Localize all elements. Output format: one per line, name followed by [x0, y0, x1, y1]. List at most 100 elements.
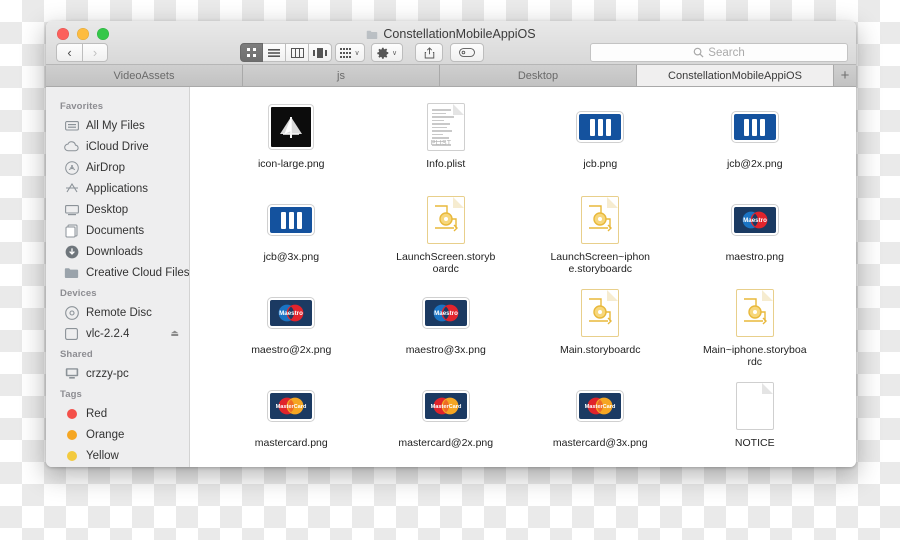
file-item[interactable]: LaunchScreen~iphone.storyboardc [523, 188, 678, 278]
file-item[interactable]: Maestro maestro@3x.png [369, 281, 524, 371]
file-thumbnail [736, 381, 774, 431]
sidebar-item-remote-disc[interactable]: Remote Disc [46, 302, 189, 323]
sidebar-item-desktop[interactable]: Desktop [46, 199, 189, 220]
file-item[interactable]: Maestro maestro.png [678, 188, 833, 278]
file-thumbnail: Maestro [732, 195, 778, 245]
file-name: maestro@2x.png [251, 344, 331, 356]
sidebar-item-label: Applications [86, 183, 148, 195]
file-grid-area[interactable]: icon-large.png PLIST [190, 87, 856, 467]
file-item[interactable]: Main.storyboardc [523, 281, 678, 371]
tab-desktop[interactable]: Desktop [440, 65, 637, 86]
mastercard-logo-icon: MasterCard [580, 395, 620, 417]
share-button[interactable] [415, 43, 443, 62]
sidebar-item-label: Orange [86, 429, 124, 441]
window-title-bar-text: ConstellationMobileAppiOS [46, 27, 856, 41]
sidebar-item-label: Red [86, 408, 107, 420]
action-group: ∨ [371, 43, 403, 62]
sidebar-item-label: All My Files [86, 120, 145, 132]
icon-grid-icon [246, 47, 257, 58]
finder-window: ConstellationMobileAppiOS ‹ › [46, 21, 856, 467]
sidebar-item-label: Documents [86, 225, 144, 237]
file-item[interactable]: NOTICE [678, 374, 833, 464]
file-name: LaunchScreen~iphone.storyboardc [548, 251, 652, 275]
icon-view-button[interactable] [240, 43, 263, 62]
sidebar-item-creative-cloud-files[interactable]: Creative Cloud Files [46, 262, 189, 283]
file-item[interactable]: jcb@3x.png [214, 188, 369, 278]
file-grid: icon-large.png PLIST [190, 87, 856, 467]
edit-tags-button[interactable] [450, 43, 484, 62]
coverflow-view-button[interactable] [309, 43, 332, 62]
sidebar-item-documents[interactable]: Documents [46, 220, 189, 241]
sidebar-item-label: Desktop [86, 204, 128, 216]
file-item[interactable]: jcb.png [523, 95, 678, 185]
file-item[interactable]: Main~iphone.storyboardc [678, 281, 833, 371]
folder-icon [64, 265, 79, 280]
file-thumbnail: PLIST [427, 102, 465, 152]
file-item[interactable]: MasterCard mastercard@2x.png [369, 374, 524, 464]
sidebar-item-downloads[interactable]: Downloads [46, 241, 189, 262]
storyboard-glyph-icon [428, 197, 464, 243]
tab-constellationmobileappios[interactable]: ConstellationMobileAppiOS [637, 65, 834, 86]
sidebar-item-label: Yellow [86, 450, 119, 462]
file-name: mastercard.png [255, 437, 328, 449]
file-thumbnail [268, 195, 314, 245]
file-item[interactable]: icon-large.png [214, 95, 369, 185]
maestro-card-icon: Maestro [423, 298, 469, 328]
storyboard-document-icon [581, 289, 619, 337]
file-item[interactable]: MasterCard mastercard@3x.png [523, 374, 678, 464]
file-item[interactable]: Maestro maestro@2x.png [214, 281, 369, 371]
sidebar-item-crzzy-pc[interactable]: crzzy-pc [46, 363, 189, 384]
tags-group [450, 43, 484, 62]
storyboard-glyph-icon [582, 197, 618, 243]
action-gear-button[interactable]: ∨ [371, 43, 403, 62]
sidebar-item-icloud-drive[interactable]: iCloud Drive [46, 136, 189, 157]
file-name: maestro.png [726, 251, 784, 263]
tag-icon [459, 48, 475, 57]
storyboard-document-icon [736, 289, 774, 337]
file-thumbnail [581, 195, 619, 245]
sidebar-item-applications[interactable]: Applications [46, 178, 189, 199]
jcb-card-icon [732, 112, 778, 142]
list-view-button[interactable] [263, 43, 286, 62]
back-button[interactable]: ‹ [56, 43, 82, 62]
sidebar-item-tag-red[interactable]: Red [46, 403, 189, 424]
tag-dot-icon [64, 448, 79, 463]
display-icon [64, 366, 79, 381]
file-item[interactable]: PLIST Info.plist [369, 95, 524, 185]
sidebar-section-shared: Shared [46, 344, 189, 363]
svg-text:MasterCard: MasterCard [276, 404, 307, 410]
sidebar-item-tag-orange[interactable]: Orange [46, 424, 189, 445]
svg-text:MasterCard: MasterCard [430, 404, 461, 410]
maestro-logo-icon: Maestro [735, 209, 775, 231]
file-item[interactable]: jcb@2x.png [678, 95, 833, 185]
svg-text:Maestro: Maestro [434, 310, 458, 317]
file-thumbnail: MasterCard [577, 381, 623, 431]
file-item[interactable]: LaunchScreen.storyboardc [369, 188, 524, 278]
search-field[interactable]: Search [590, 43, 848, 62]
storyboard-glyph-icon [737, 290, 773, 336]
file-thumbnail [732, 102, 778, 152]
airdrop-icon [64, 160, 79, 175]
file-name: Main.storyboardc [560, 344, 641, 356]
sidebar-item-vlc-drive[interactable]: vlc-2.2.4 ⏏ [46, 323, 189, 344]
file-thumbnail [427, 195, 465, 245]
file-item[interactable]: MasterCard mastercard.png [214, 374, 369, 464]
file-name: LaunchScreen.storyboardc [394, 251, 498, 275]
eject-icon[interactable]: ⏏ [170, 328, 179, 339]
forward-button[interactable]: › [82, 43, 108, 62]
sidebar-item-all-my-files[interactable]: All My Files [46, 115, 189, 136]
share-icon [424, 47, 435, 59]
tab-js[interactable]: js [243, 65, 440, 86]
column-view-button[interactable] [286, 43, 309, 62]
plist-document-icon: PLIST [427, 103, 465, 151]
new-tab-button[interactable]: + [834, 65, 856, 86]
arrange-grid-icon [340, 48, 351, 58]
arrange-by-button[interactable]: ∨ [335, 43, 365, 62]
sidebar-item-tag-yellow[interactable]: Yellow [46, 445, 189, 466]
sidebar-item-airdrop[interactable]: AirDrop [46, 157, 189, 178]
plist-label: PLIST [431, 140, 451, 147]
tag-dot-icon [64, 406, 79, 421]
tab-videoassets[interactable]: VideoAssets [46, 65, 243, 86]
file-name: mastercard@2x.png [398, 437, 493, 449]
search-input[interactable]: Search [708, 47, 744, 59]
